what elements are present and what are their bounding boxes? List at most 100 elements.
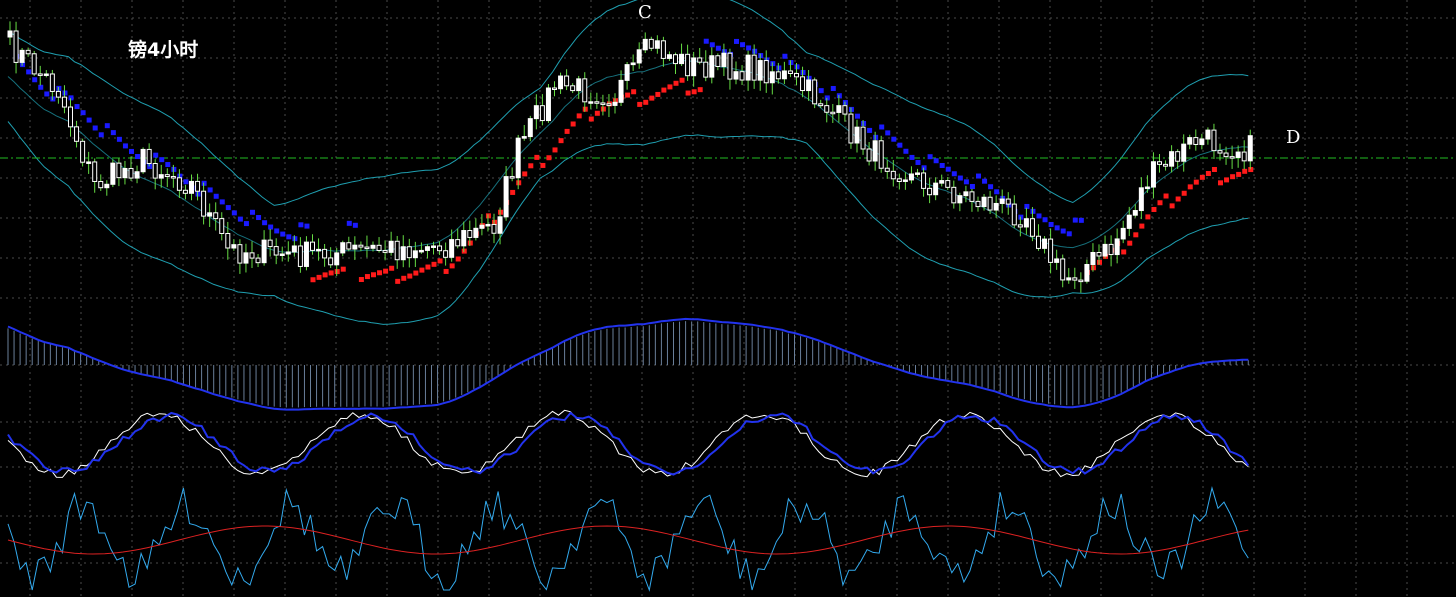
sar-dot	[455, 256, 461, 262]
sar-dot	[443, 268, 449, 274]
sar-dot	[98, 132, 104, 138]
candle-body	[1163, 163, 1169, 167]
candle-body	[310, 241, 315, 251]
sar-dot	[322, 272, 328, 278]
sar-dot	[165, 162, 171, 168]
candle-body	[763, 60, 769, 84]
candle-body	[152, 162, 158, 179]
sar-dot	[407, 273, 413, 279]
sar-dot	[262, 220, 268, 226]
sar-dot	[135, 154, 141, 160]
candle-body	[1132, 210, 1138, 216]
candle-body	[388, 240, 394, 253]
candle-body	[1029, 218, 1035, 237]
candle-body	[1217, 150, 1223, 154]
candle-body	[158, 174, 164, 179]
sar-dot	[685, 90, 691, 96]
sar-dot	[818, 88, 824, 94]
candle-body	[999, 198, 1005, 204]
sar-dot	[425, 264, 431, 270]
sar-dot	[909, 154, 915, 160]
candle-body	[1187, 137, 1193, 145]
candle-body	[1144, 186, 1150, 190]
candle-body	[303, 241, 309, 267]
sar-dot	[510, 189, 516, 195]
candle-body	[818, 103, 824, 107]
candle-body	[884, 167, 890, 172]
sar-dot	[237, 216, 243, 222]
sar-dot	[552, 147, 558, 153]
sar-dot	[655, 91, 661, 97]
candle-body	[600, 102, 606, 105]
candle-body	[273, 246, 279, 256]
sar-dot	[92, 125, 98, 131]
sar-dot	[1157, 200, 1163, 206]
candle-body	[37, 73, 43, 76]
sar-dot	[32, 77, 38, 83]
sar-dot	[1151, 206, 1157, 212]
candle-body	[975, 200, 981, 208]
candle-body	[703, 61, 709, 78]
sar-dot	[957, 175, 963, 181]
candle-body	[921, 172, 927, 189]
sar-dot	[26, 69, 32, 75]
candle-body	[225, 233, 231, 249]
sar-dot	[588, 116, 594, 122]
candle-body	[987, 196, 993, 211]
sar-dot	[691, 89, 697, 95]
candle-body	[673, 54, 678, 65]
candle-body	[878, 140, 884, 169]
candle-body	[116, 162, 122, 179]
sar-dot	[298, 222, 304, 228]
sar-dot	[697, 87, 703, 93]
candle-body	[727, 52, 733, 80]
sar-dot	[377, 270, 383, 276]
sar-dot	[1066, 231, 1072, 237]
candle-body	[122, 167, 128, 179]
sar-dot	[830, 85, 836, 91]
candle-body	[1193, 137, 1199, 145]
sar-dot	[988, 184, 994, 190]
sar-dot	[268, 224, 274, 230]
candle-body	[467, 230, 473, 238]
candle-body	[890, 170, 896, 180]
candle-body	[915, 172, 920, 175]
candle-body	[902, 179, 908, 182]
sar-dot	[897, 142, 903, 148]
candle-body	[957, 195, 963, 204]
candle-body	[1060, 258, 1066, 281]
candle-body	[800, 76, 806, 92]
sar-dot	[304, 223, 310, 229]
candle-body	[7, 30, 13, 38]
price-chart-svg: 镑4小时 C D	[0, 0, 1456, 597]
sar-dot	[1036, 213, 1042, 219]
candle-body	[213, 212, 219, 220]
sar-dot	[183, 179, 189, 185]
candle-body	[969, 191, 975, 202]
candle-body	[49, 73, 55, 92]
candle-body	[43, 73, 49, 76]
candle-body	[1175, 151, 1181, 162]
sar-dot	[855, 113, 860, 119]
candle-body	[134, 171, 140, 179]
sar-dot	[286, 234, 292, 240]
sar-dot	[1211, 166, 1217, 172]
candle-body	[473, 227, 479, 238]
candle-body	[1138, 187, 1144, 212]
sar-dot	[534, 154, 540, 160]
sar-dot	[564, 128, 570, 134]
sar-dot	[1163, 193, 1169, 199]
candle-body	[497, 216, 503, 234]
candle-body	[68, 106, 73, 128]
sar-dot	[546, 155, 552, 161]
candle-body	[576, 78, 582, 92]
candle-body	[927, 187, 933, 196]
candle-body	[328, 257, 334, 266]
sar-dot	[346, 220, 352, 226]
candle-body	[1181, 143, 1187, 162]
candle-body	[1120, 227, 1126, 240]
sar-dot	[867, 127, 873, 133]
candle-body	[231, 244, 237, 249]
sar-dot	[643, 99, 649, 105]
candle-body	[406, 246, 412, 259]
